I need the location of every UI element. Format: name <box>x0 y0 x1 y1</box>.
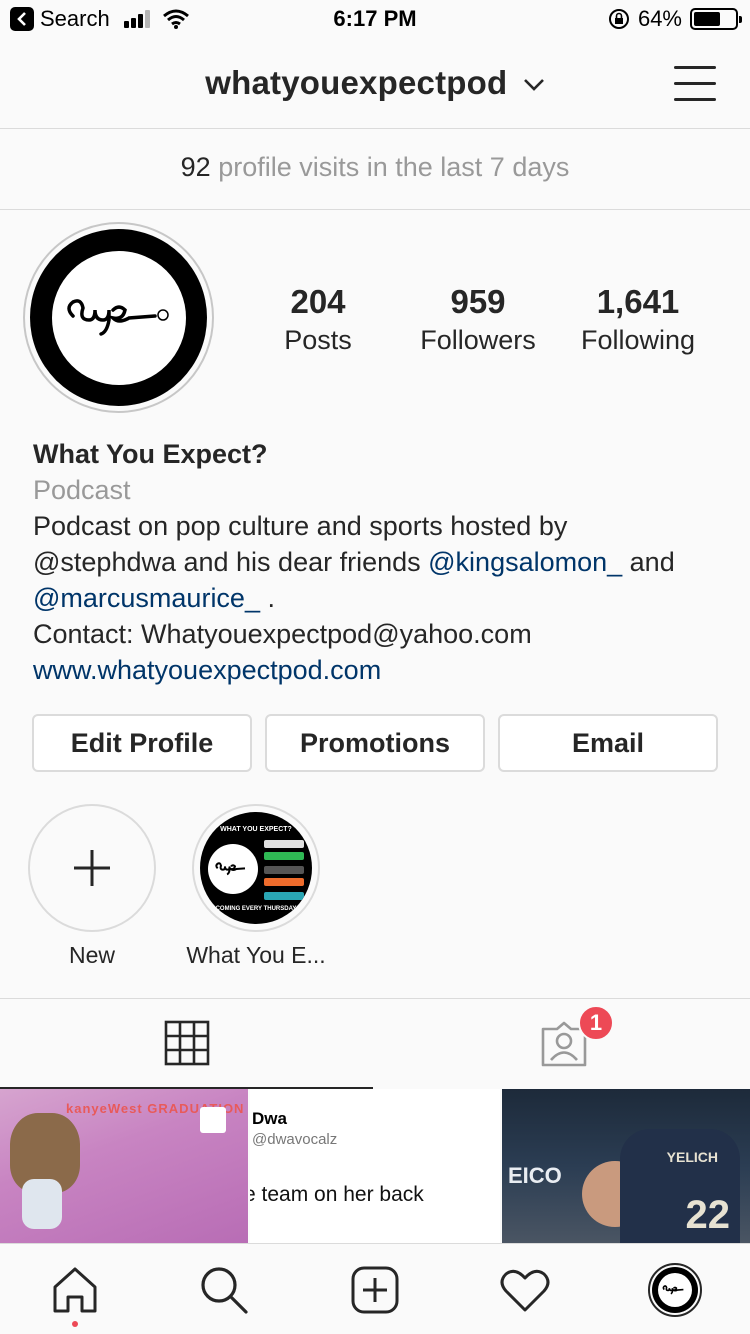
profile-actions: Edit Profile Promotions Email <box>32 714 718 772</box>
post-grid: kanyeWest GRADUATION Dwa @dwavocalz e te… <box>0 1089 750 1243</box>
following-count: 1,641 <box>596 283 680 320</box>
followers-stat[interactable]: 959 Followers <box>398 283 558 356</box>
status-bar: Search 6:17 PM 64% <box>0 0 750 42</box>
battery-percent: 64% <box>637 6 682 31</box>
mention-marcusmaurice[interactable]: @marcusmaurice_ <box>33 583 260 613</box>
edit-profile-button[interactable]: Edit Profile <box>32 714 252 772</box>
mention-kingsalomon[interactable]: @kingsalomon_ <box>428 547 622 577</box>
bio-line-3-suffix: . <box>259 583 275 613</box>
display-name: What You Expect? <box>33 439 268 469</box>
chevron-down-icon <box>523 79 544 92</box>
tab-grid[interactable] <box>0 999 373 1089</box>
profile-avatar[interactable] <box>23 222 214 413</box>
add-post-icon <box>351 1266 399 1314</box>
avatar-image <box>30 229 207 406</box>
highlight-cover-top: WHAT YOU EXPECT? <box>220 826 292 833</box>
bio-line-1: Podcast on pop culture and sports hosted… <box>33 511 568 541</box>
promotions-button[interactable]: Promotions <box>265 714 485 772</box>
followers-label: Followers <box>420 325 536 355</box>
profile-visits-banner[interactable]: 92 profile visits in the last 7 days <box>0 129 750 210</box>
nav-profile[interactable] <box>647 1262 703 1318</box>
carousel-icon <box>200 1107 226 1133</box>
apple-podcasts-badge <box>264 840 304 848</box>
search-icon <box>201 1267 248 1314</box>
add-highlight-circle[interactable] <box>28 804 156 932</box>
bio-line-2: @stephdwa and his dear friends @kingsalo… <box>33 544 723 580</box>
profile-tab-avatar-logo <box>658 1273 692 1307</box>
grid-icon <box>164 1020 209 1066</box>
nav-activity[interactable] <box>497 1262 553 1318</box>
posts-count: 204 <box>290 283 346 320</box>
bear-body <box>22 1179 62 1229</box>
battery-icon <box>690 8 742 30</box>
highlight-new-label: New <box>68 942 115 968</box>
profile-tabs <box>0 998 750 1089</box>
post2-name: Dwa <box>252 1109 287 1128</box>
home-icon <box>53 1267 97 1313</box>
hamburger-menu-icon[interactable] <box>674 66 716 102</box>
wye-logo-small <box>208 844 258 894</box>
highlight-cover-bottom: COMING EVERY THURSDAY <box>215 906 297 912</box>
username-title: whatyouexpectpod <box>205 64 508 101</box>
highlight-label: What You E... <box>186 942 326 968</box>
following-label: Following <box>580 325 696 355</box>
profile-stats: 204 Posts 959 Followers 1,641 Following <box>238 283 718 356</box>
spotify-badge <box>264 852 304 860</box>
orientation-lock-icon <box>608 9 629 29</box>
post2-handle: @dwavocalz <box>252 1131 338 1148</box>
post-thumbnail-1[interactable]: kanyeWest GRADUATION <box>0 1089 248 1243</box>
posts-label: Posts <box>284 325 352 355</box>
followers-count: 959 <box>450 283 506 320</box>
following-stat[interactable]: 1,641 Following <box>558 283 718 356</box>
plus-icon <box>74 850 110 886</box>
visits-text: profile visits in the last 7 days <box>218 152 570 182</box>
category-label: Podcast <box>33 475 131 505</box>
profile-header: whatyouexpectpod <box>0 42 750 129</box>
nav-search[interactable] <box>196 1262 252 1318</box>
profile-bio: What You Expect? Podcast Podcast on pop … <box>33 436 723 688</box>
stitcher-badge <box>264 866 304 874</box>
visits-count: 92 <box>180 152 211 182</box>
profile-tab-avatar <box>648 1263 702 1317</box>
highlight-what-you-expect[interactable]: WHAT YOU EXPECT? COMING EVERY THURSDAY W… <box>171 804 341 969</box>
bio-line-2-suffix: and <box>622 547 675 577</box>
bottom-tab-bar <box>0 1243 750 1334</box>
nav-add-post[interactable] <box>347 1262 403 1318</box>
highlight-cover: WHAT YOU EXPECT? COMING EVERY THURSDAY <box>200 812 312 924</box>
bio-contact: Contact: Whatyouexpectpod@yahoo.com <box>33 619 532 649</box>
post3-jersey-number: 22 <box>685 1193 731 1237</box>
highlight-circle[interactable]: WHAT YOU EXPECT? COMING EVERY THURSDAY <box>192 804 320 932</box>
post-thumbnail-2[interactable]: Dwa @dwavocalz e team on her back <box>250 1089 500 1243</box>
battery-fill <box>694 12 720 26</box>
website-link[interactable]: www.whatyouexpectpod.com <box>33 652 723 688</box>
play-music-badge <box>264 878 304 886</box>
profile-tab-avatar-ring <box>652 1267 698 1313</box>
status-right: 64% <box>608 6 742 32</box>
post2-text: e team on her back <box>250 1183 424 1206</box>
bio-line-3: @marcusmaurice_ . <box>33 580 723 616</box>
account-switcher[interactable]: whatyouexpectpod <box>0 64 750 102</box>
tab-tagged[interactable] <box>377 999 750 1089</box>
post-thumbnail-3[interactable]: EICO YELICH 22 <box>502 1089 750 1243</box>
home-activity-dot <box>72 1321 78 1327</box>
highlight-new[interactable]: New <box>7 804 177 969</box>
tunein-badge <box>264 892 304 900</box>
nav-home[interactable] <box>47 1262 103 1318</box>
heart-icon <box>500 1269 550 1312</box>
posts-stat[interactable]: 204 Posts <box>238 283 398 356</box>
wye-logo <box>51 250 186 385</box>
post3-sign: EICO <box>508 1163 562 1188</box>
bio-line-2-prefix: @stephdwa and his dear friends <box>33 547 429 577</box>
tagged-notification-badge: 1 <box>578 1005 614 1041</box>
email-button[interactable]: Email <box>498 714 718 772</box>
post3-jersey-name: YELICH <box>666 1149 718 1165</box>
